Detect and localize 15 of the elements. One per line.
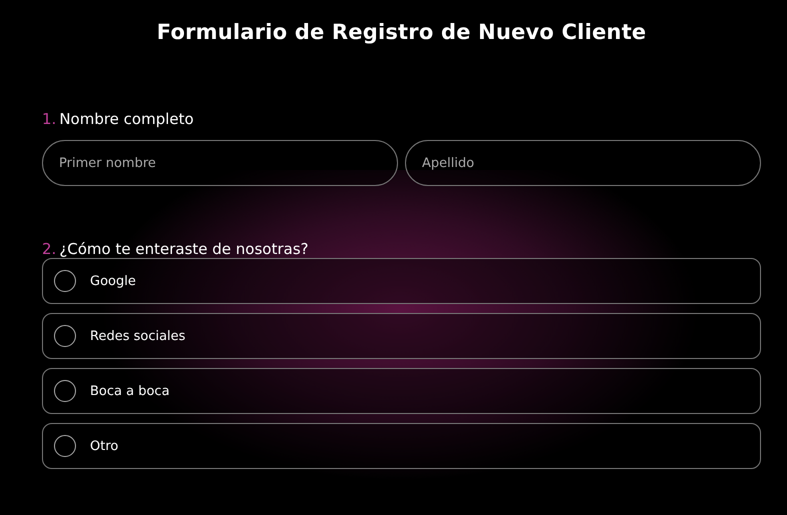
radio-button[interactable] <box>54 325 76 347</box>
radio-button[interactable] <box>54 435 76 457</box>
input-field[interactable]: Primer nombre <box>42 140 398 186</box>
question-number: 2. <box>42 240 56 258</box>
radio-button[interactable] <box>54 270 76 292</box>
question-label: Nombre completo <box>59 110 194 128</box>
radio-button[interactable] <box>54 380 76 402</box>
radio-option[interactable]: Boca a boca <box>42 368 761 414</box>
form-title: Formulario de Registro de Nuevo Cliente <box>156 19 648 46</box>
question-label: ¿Cómo te enteraste de nosotras? <box>59 240 308 258</box>
radio-option[interactable]: Otro <box>42 423 761 469</box>
radio-option[interactable]: Google <box>42 258 761 304</box>
question-number: 1. <box>42 110 56 128</box>
input-field[interactable]: Apellido <box>405 140 761 186</box>
radio-option[interactable]: Redes sociales <box>42 313 761 359</box>
